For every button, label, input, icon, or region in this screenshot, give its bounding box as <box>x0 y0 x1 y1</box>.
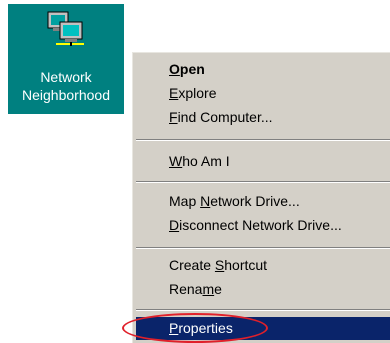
desktop-icon-label: Network Neighborhood <box>22 69 110 103</box>
menu-item-rename[interactable]: Rename <box>136 277 390 301</box>
menu-separator <box>136 181 390 183</box>
menu-separator <box>136 139 390 141</box>
menu-item-find-computer[interactable]: Find Computer... <box>136 105 390 129</box>
menu-separator <box>136 309 390 311</box>
context-menu: Open Explore Find Computer... Who Am I M… <box>132 52 390 343</box>
menu-item-explore[interactable]: Explore <box>136 81 390 105</box>
annotation-highlight-ellipse <box>122 313 268 343</box>
network-neighborhood-icon <box>47 11 84 46</box>
menu-item-create-shortcut[interactable]: Create Shortcut <box>136 253 390 277</box>
network-neighborhood-shortcut[interactable]: Network Neighborhood <box>8 4 124 114</box>
menu-separator <box>136 247 390 249</box>
menu-item-open[interactable]: Open <box>136 57 390 81</box>
menu-item-disconnect-network-drive[interactable]: Disconnect Network Drive... <box>136 213 390 237</box>
menu-item-who-am-i[interactable]: Who Am I <box>136 149 390 173</box>
menu-item-map-network-drive[interactable]: Map Network Drive... <box>136 189 390 213</box>
